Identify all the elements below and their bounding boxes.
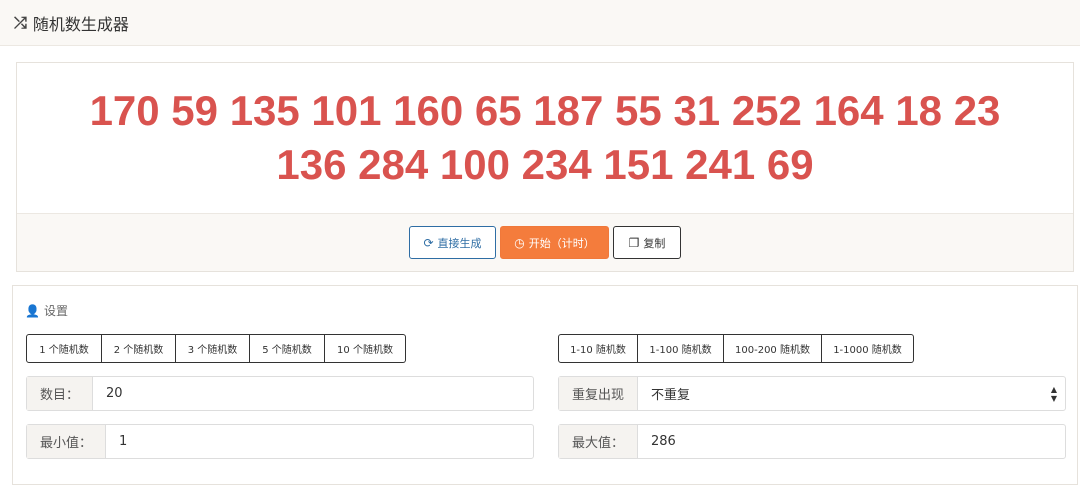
count-field: 数目： 20: [26, 376, 534, 411]
copy-icon: ❐: [628, 235, 640, 250]
count-label: 数目：: [27, 377, 94, 410]
repeat-field: 重复出现 不重复 ▲ ▼: [558, 376, 1066, 411]
count-preset-group: 1 个随机数 2 个随机数 3 个随机数 5 个随机数 10 个随机数: [26, 334, 406, 363]
preset-2-numbers-button[interactable]: 2 个随机数: [102, 334, 176, 363]
max-input[interactable]: 286: [638, 425, 1065, 458]
max-field: 最大值： 286: [558, 424, 1066, 459]
settings-heading: 👤 设置: [25, 302, 68, 319]
count-input[interactable]: 20: [93, 377, 533, 410]
range-1-10-button[interactable]: 1-10 随机数: [558, 334, 638, 363]
preset-5-numbers-button[interactable]: 5 个随机数: [250, 334, 325, 363]
max-label: 最大值：: [559, 425, 639, 458]
generate-button[interactable]: ⟳ 直接生成: [409, 226, 496, 259]
generate-button-label: 直接生成: [437, 236, 482, 250]
select-caret-icon[interactable]: ▲ ▼: [1043, 377, 1065, 410]
numbers-line-1: 170 59 135 101 160 65 187 55 31 252 164 …: [89, 87, 1001, 134]
range-1-1000-button[interactable]: 1-1000 随机数: [822, 334, 914, 363]
min-input[interactable]: 1: [106, 425, 533, 458]
range-preset-group: 1-10 随机数 1-100 随机数 100-200 随机数 1-1000 随机…: [558, 334, 914, 363]
action-bar: ⟳ 直接生成 ◷ 开始（计时） ❐ 复制: [17, 213, 1073, 271]
page-title: 随机数生成器: [32, 14, 129, 34]
preset-3-numbers-button[interactable]: 3 个随机数: [176, 334, 250, 363]
preset-1-number-button[interactable]: 1 个随机数: [26, 334, 102, 363]
app-header: ⤮ 随机数生成器: [0, 0, 1080, 46]
user-settings-icon: 👤: [25, 303, 40, 318]
start-timer-button[interactable]: ◷ 开始（计时）: [500, 226, 609, 259]
repeat-select[interactable]: 不重复: [638, 377, 1043, 410]
range-100-200-button[interactable]: 100-200 随机数: [724, 334, 822, 363]
min-label: 最小值：: [27, 425, 107, 458]
numbers-line-2: 136 284 100 234 151 241 69: [276, 141, 814, 188]
result-panel: 170 59 135 101 160 65 187 55 31 252 164 …: [16, 62, 1074, 272]
shuffle-icon: ⤮: [14, 12, 27, 32]
settings-panel: 👤 设置 1 个随机数 2 个随机数 3 个随机数 5 个随机数 10 个随机数…: [12, 285, 1078, 485]
refresh-icon: ⟳: [423, 235, 434, 250]
random-numbers-display: 170 59 135 101 160 65 187 55 31 252 164 …: [17, 63, 1073, 213]
preset-10-numbers-button[interactable]: 10 个随机数: [325, 334, 406, 363]
copy-button[interactable]: ❐ 复制: [613, 226, 681, 259]
copy-button-label: 复制: [643, 236, 666, 250]
min-field: 最小值： 1: [26, 424, 534, 459]
repeat-label: 重复出现: [559, 377, 639, 410]
clock-icon: ◷: [514, 235, 525, 250]
settings-title: 设置: [43, 304, 68, 318]
start-timer-button-label: 开始（计时）: [528, 236, 595, 250]
range-1-100-button[interactable]: 1-100 随机数: [638, 334, 724, 363]
